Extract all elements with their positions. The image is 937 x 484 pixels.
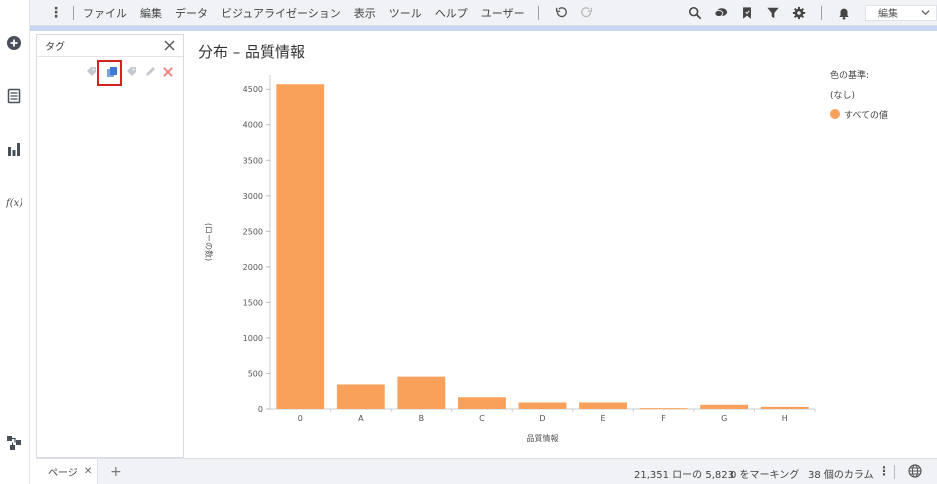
bar[interactable] bbox=[397, 376, 446, 409]
toolbar-divider bbox=[537, 5, 539, 20]
bar-chart[interactable]: 0 500 1000 1500 2000 2500 3000 3500 4000 4500 0 A B C… bbox=[190, 60, 930, 455]
menu-data[interactable]: データ bbox=[175, 5, 208, 21]
x-tick-label: D bbox=[539, 414, 545, 423]
x-tick-label: 0 bbox=[298, 414, 303, 423]
selection-highlight bbox=[97, 60, 122, 86]
tag-panel-header: タグ bbox=[37, 35, 183, 57]
tag-panel: タグ bbox=[36, 34, 184, 458]
menu-user[interactable]: ユーザー bbox=[481, 5, 525, 21]
toolbar-divider bbox=[73, 5, 74, 20]
menu-help[interactable]: ヘルプ bbox=[435, 5, 468, 21]
svg-text:f(x): f(x) bbox=[6, 198, 22, 209]
add-icon[interactable] bbox=[5, 34, 23, 52]
y-tick-label: 4500 bbox=[243, 85, 263, 94]
edit-icon[interactable] bbox=[143, 65, 157, 79]
more-options-icon[interactable]: ⋮ bbox=[878, 464, 890, 478]
bar[interactable] bbox=[458, 397, 506, 409]
visualization-title: 分布 – 品質情報 bbox=[198, 43, 306, 61]
menu-visualization[interactable]: ビジュアライゼーション bbox=[221, 5, 341, 21]
data-canvas-icon[interactable] bbox=[5, 434, 23, 452]
bar[interactable] bbox=[579, 402, 627, 409]
bar[interactable] bbox=[518, 402, 567, 409]
bar[interactable] bbox=[700, 404, 749, 409]
y-tick-label: 1500 bbox=[243, 298, 263, 307]
undo-icon[interactable] bbox=[553, 5, 569, 21]
x-axis-title: 品質情報 bbox=[527, 433, 559, 443]
menu-view[interactable]: 表示 bbox=[354, 5, 376, 21]
page-tab-label: ページ bbox=[48, 468, 78, 479]
page-tab[interactable]: ページ ✕ bbox=[36, 458, 98, 484]
y-tick-label: 1000 bbox=[243, 334, 263, 343]
legend-title: 色の基準: bbox=[830, 71, 870, 81]
mode-select[interactable]: 編集 bbox=[865, 4, 937, 21]
settings-icon[interactable] bbox=[791, 5, 807, 21]
bar[interactable] bbox=[639, 408, 688, 410]
bookmark-icon[interactable] bbox=[739, 5, 755, 21]
tag-icon[interactable] bbox=[125, 65, 139, 79]
legend-item-label: すべての値 bbox=[844, 111, 889, 121]
comment-icon[interactable] bbox=[713, 5, 729, 21]
chevron-down-icon bbox=[921, 9, 930, 15]
x-tick-label: F bbox=[661, 414, 666, 423]
delete-icon[interactable] bbox=[161, 65, 175, 79]
y-tick-label: 0 bbox=[258, 405, 263, 414]
close-icon[interactable]: ✕ bbox=[84, 466, 92, 477]
x-tick-label: G bbox=[721, 414, 727, 423]
row-count: 21,351 ローの 5,823 bbox=[634, 470, 734, 481]
x-tick-label: E bbox=[601, 414, 606, 423]
y-axis-title: (ローの数) bbox=[204, 223, 214, 261]
y-tick-label: 500 bbox=[248, 369, 263, 378]
y-tick-label: 4000 bbox=[243, 121, 263, 130]
legend: 色の基準: (なし) すべての値 bbox=[830, 68, 888, 128]
legend-subtitle: (なし) bbox=[830, 91, 856, 101]
x-tick-label: H bbox=[782, 414, 788, 423]
x-tick-label: A bbox=[358, 414, 364, 423]
y-tick-label: 2500 bbox=[243, 227, 263, 236]
y-tick-label: 3000 bbox=[243, 192, 263, 201]
bar[interactable] bbox=[760, 406, 809, 409]
search-icon[interactable] bbox=[687, 5, 703, 21]
left-rail: f(x) bbox=[0, 0, 30, 484]
add-page-icon[interactable]: + bbox=[110, 464, 122, 480]
bar-chart-icon[interactable] bbox=[5, 140, 23, 158]
filter-icon[interactable] bbox=[765, 5, 781, 21]
x-tick-label: B bbox=[419, 414, 425, 423]
menu-edit[interactable]: 編集 bbox=[140, 5, 162, 21]
toolbar-divider bbox=[821, 5, 822, 20]
menu-file[interactable]: ファイル bbox=[83, 5, 127, 21]
menu-tools[interactable]: ツール bbox=[389, 5, 422, 21]
column-count: 38 個のカラム bbox=[808, 470, 874, 481]
y-tick-label: 3500 bbox=[243, 156, 263, 165]
close-icon[interactable] bbox=[163, 39, 176, 52]
legend-item[interactable]: すべての値 bbox=[830, 108, 888, 121]
x-tick-label: C bbox=[479, 414, 485, 423]
status-divider bbox=[894, 465, 895, 479]
globe-icon[interactable] bbox=[908, 464, 922, 478]
legend-swatch bbox=[830, 109, 840, 119]
mode-select-value: 編集 bbox=[878, 9, 898, 20]
status-bar: ページ ✕ + 21,351 ローの 5,823 0 をマーキング 38 個のカ… bbox=[36, 458, 937, 484]
data-table-icon[interactable] bbox=[5, 87, 23, 105]
bar[interactable] bbox=[336, 384, 385, 409]
y-tick-label: 2000 bbox=[243, 263, 263, 272]
more-options-icon[interactable]: ⋮ bbox=[48, 5, 64, 21]
bar[interactable] bbox=[276, 84, 325, 410]
toolbar-accent-strip bbox=[30, 26, 937, 31]
redo-icon[interactable] bbox=[579, 5, 595, 21]
top-toolbar: ⋮ ファイル 編集 データ ビジュアライゼーション 表示 ツール ヘルプ ユーザ… bbox=[30, 0, 937, 26]
function-icon[interactable]: f(x) bbox=[5, 193, 23, 211]
tag-panel-title: タグ bbox=[45, 42, 65, 53]
notification-icon[interactable] bbox=[836, 5, 852, 21]
marking-count: 0 をマーキング bbox=[730, 470, 800, 481]
